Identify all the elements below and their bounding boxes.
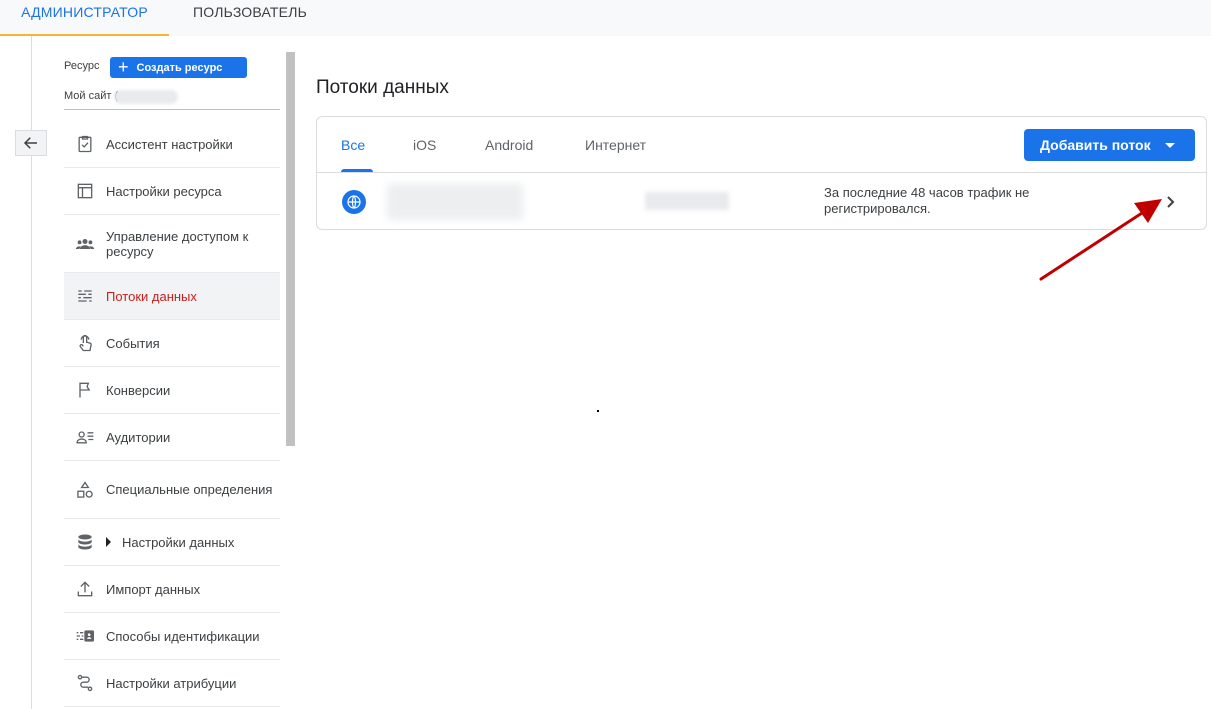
tab-ios[interactable]: iOS [413,137,436,153]
sidebar-item-label: Настройки ресурса [106,183,222,199]
sidebar-item-audiences[interactable]: Аудитории [64,414,280,461]
page-title: Потоки данных [316,77,449,98]
tab-web[interactable]: Интернет [585,137,646,153]
tab-user[interactable]: ПОЛЬЗОВАТЕЛЬ [180,0,320,36]
sidebar-item-label: Способы идентификации [106,628,260,644]
sidebar-item-label: Управление доступом к ресурсу [106,228,249,259]
caret-down-icon [1164,142,1175,148]
flag-icon [64,380,106,400]
active-tab-indicator [341,169,373,172]
add-stream-button[interactable]: Добавить поток [1024,129,1195,161]
people-icon [64,234,106,254]
upload-icon [64,579,106,599]
sidebar-item-label: Специальные определения [106,482,273,497]
id-card-icon [64,626,106,646]
data-streams-icon [64,286,106,306]
globe-icon [342,190,366,214]
arrow-left-icon [23,137,37,149]
sidebar-item-label: События [106,335,160,351]
back-button[interactable] [15,130,47,156]
divider [64,109,280,110]
sidebar-item-access-management[interactable]: Управление доступом к ресурсу [64,215,280,273]
sidebar-nav: Ассистент настройки Настройки ресурса Уп… [64,121,280,707]
stream-id-redacted [645,192,729,210]
stream-row[interactable]: За последние 48 часов трафик не регистри… [317,174,1206,230]
tab-admin[interactable]: АДМИНИСТРАТОР [0,0,169,36]
chevron-right-icon[interactable] [1163,193,1179,211]
layout-icon [64,181,106,201]
database-icon [64,532,106,552]
attribution-icon [64,673,106,693]
stream-name-redacted [387,184,523,220]
site-name-redacted [114,90,178,104]
checklist-icon [64,134,106,154]
top-tabs: АДМИНИСТРАТОР ПОЛЬЗОВАТЕЛЬ [0,0,1211,36]
sidebar-scrollbar[interactable] [286,52,295,446]
stream-status: За последние 48 часов трафик не регистри… [824,185,1030,216]
resource-label: Ресурс [64,60,100,72]
sidebar-item-conversions[interactable]: Конверсии [64,367,280,414]
sidebar-item-setup-assistant[interactable]: Ассистент настройки [64,121,280,168]
tab-android[interactable]: Android [485,137,533,153]
caret-right-icon[interactable] [106,537,111,547]
sidebar-item-data-import[interactable]: Импорт данных [64,566,280,613]
shapes-icon [64,480,106,500]
streams-card: Все iOS Android Интернет Добавить поток … [316,116,1207,230]
sidebar-item-label: Настройки атрибуции [106,675,237,691]
sidebar-item-label: Ассистент настройки [106,136,233,152]
sidebar-item-label: Конверсии [106,382,171,398]
touch-icon [64,333,106,353]
sidebar-item-label: Импорт данных [106,581,201,597]
stream-tabs: Все iOS Android Интернет Добавить поток [317,117,1206,173]
audience-icon [64,427,106,447]
add-stream-label: Добавить поток [1040,137,1151,153]
sidebar-item-label: Настройки данных [122,534,235,550]
tab-all[interactable]: Все [341,137,365,153]
plus-icon: + [118,56,129,77]
sidebar-item-data-streams[interactable]: Потоки данных [64,273,280,320]
sidebar-item-label: Потоки данных [106,288,197,304]
sidebar-item-resource-settings[interactable]: Настройки ресурса [64,168,280,215]
sidebar-item-data-settings[interactable]: Настройки данных [64,519,280,566]
sidebar-item-events[interactable]: События [64,320,280,367]
create-resource-label: Создать ресурс [136,61,223,74]
sidebar-item-custom-definitions[interactable]: Специальные определения [64,461,280,519]
cursor-dot [597,410,599,412]
sidebar-item-identification-methods[interactable]: Способы идентификации [64,613,280,660]
site-label: Мой сайт ( [64,90,119,102]
sidebar-item-label: Аудитории [106,429,171,445]
sidebar-item-attribution-settings[interactable]: Настройки атрибуции [64,660,280,707]
create-resource-button[interactable]: + Создать ресурс [110,57,247,78]
